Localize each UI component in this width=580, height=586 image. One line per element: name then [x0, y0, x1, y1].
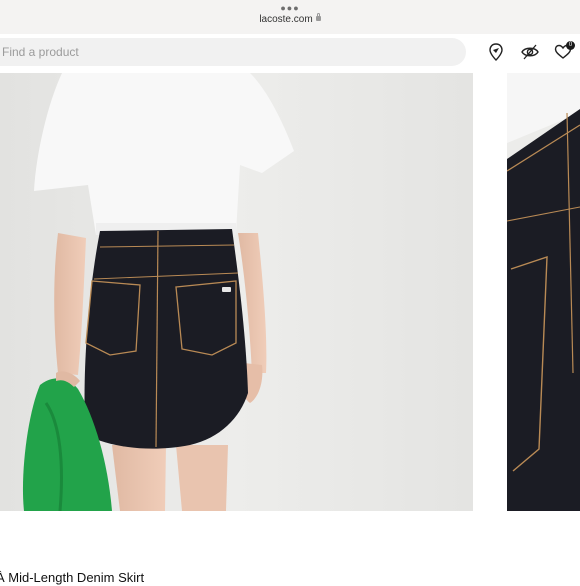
wishlist-count-badge: 0: [566, 41, 575, 50]
eye-view-icon[interactable]: [521, 42, 539, 62]
product-photo-next[interactable]: [507, 73, 580, 511]
store-locator-pin-icon[interactable]: [487, 42, 505, 62]
browser-address-bar: ●●● lacoste.com: [0, 0, 580, 34]
lock-icon: [315, 13, 321, 21]
heart-wishlist-icon[interactable]: 0: [554, 41, 575, 62]
site-header: 0: [0, 34, 580, 70]
url-row[interactable]: lacoste.com: [0, 13, 580, 26]
product-title: À Mid-Length Denim Skirt: [0, 570, 145, 585]
search-input[interactable]: [0, 38, 466, 66]
more-dots-icon[interactable]: ●●●: [0, 4, 580, 13]
product-image-gallery[interactable]: [0, 73, 580, 511]
url-text[interactable]: lacoste.com: [259, 14, 312, 25]
product-photo-main[interactable]: [0, 73, 473, 511]
